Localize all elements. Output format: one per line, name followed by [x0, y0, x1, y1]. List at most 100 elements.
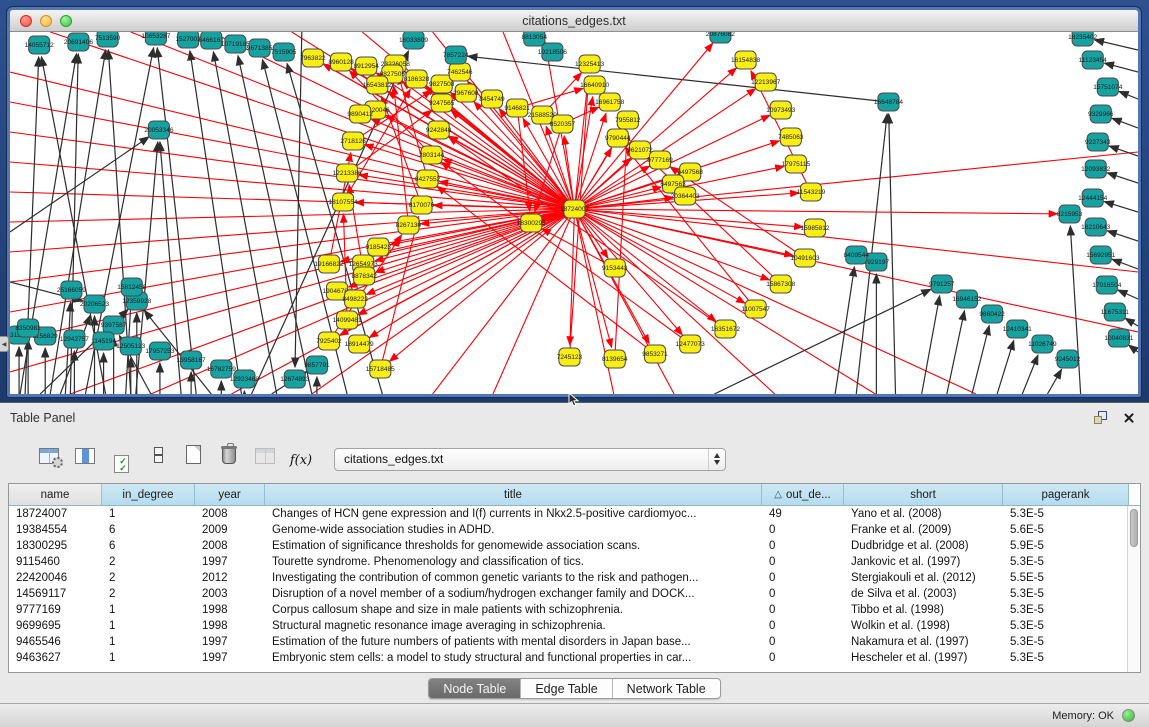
table-cell[interactable]: Jankovic et al. (1997) — [844, 554, 1003, 570]
row-height-button[interactable] — [142, 440, 172, 470]
table-row[interactable]: 946554611997Estimation of the future num… — [9, 634, 1140, 650]
select-rows-button[interactable] — [106, 449, 136, 479]
table-cell[interactable]: 5.3E-5 — [1003, 602, 1129, 618]
table-cell[interactable]: Tibbo et al. (1998) — [844, 602, 1003, 618]
table-cell[interactable]: Structural magnetic resonance image aver… — [265, 618, 762, 634]
table-row[interactable]: 977716911998Corpus callosum shape and si… — [9, 602, 1140, 618]
table-cell[interactable]: 2 — [102, 586, 195, 602]
table-row[interactable]: 946362711997Embryonic stem cells: a mode… — [9, 650, 1140, 666]
vertical-scrollbar[interactable] — [1127, 506, 1140, 672]
table-cell[interactable]: Corpus callosum shape and size in male p… — [265, 602, 762, 618]
table-cell[interactable]: 2003 — [195, 586, 265, 602]
show-columns-button[interactable] — [70, 441, 100, 471]
table-cell[interactable]: Hescheler et al. (1997) — [844, 650, 1003, 666]
network-table-selector[interactable]: citations_edges.txt — [334, 448, 726, 471]
tab-node-table[interactable]: Node Table — [429, 679, 520, 698]
table-cell[interactable]: 9699695 — [9, 618, 102, 634]
float-panel-icon[interactable] — [1094, 411, 1107, 424]
table-cell[interactable]: 5.9E-5 — [1003, 538, 1129, 554]
table-cell[interactable]: Investigating the contribution of common… — [265, 570, 762, 586]
table-cell[interactable]: 2 — [102, 554, 195, 570]
table-cell[interactable]: 14569117 — [9, 586, 102, 602]
table-cell[interactable]: 1 — [102, 602, 195, 618]
table-cell[interactable]: 1 — [102, 650, 195, 666]
table-cell[interactable]: 1997 — [195, 634, 265, 650]
column-header-in_degree[interactable]: in_degree — [102, 484, 195, 505]
table-row[interactable]: 969969511998Structural magnetic resonanc… — [9, 618, 1140, 634]
close-panel-icon[interactable] — [1123, 412, 1135, 424]
network-window-titlebar[interactable]: citations_edges.txt — [10, 10, 1138, 32]
table-cell[interactable]: 0 — [762, 618, 844, 634]
column-header-short[interactable]: short — [844, 484, 1003, 505]
table-row[interactable]: 2242004622012Investigating the contribut… — [9, 570, 1140, 586]
table-cell[interactable]: 18724007 — [9, 506, 102, 522]
table-row[interactable]: 1938455462009Genome-wide association stu… — [9, 522, 1140, 538]
table-row[interactable]: 1872400712008Changes of HCN gene express… — [9, 506, 1140, 522]
column-header-year[interactable]: year — [195, 484, 265, 505]
table-cell[interactable]: Stergiakouli et al. (2012) — [844, 570, 1003, 586]
table-cell[interactable]: Yano et al. (2008) — [844, 506, 1003, 522]
collapse-panel-arrow[interactable]: ◀ — [0, 336, 9, 352]
table-cell[interactable]: Disruption of a novel member of a sodium… — [265, 586, 762, 602]
table-cell[interactable]: 22420046 — [9, 570, 102, 586]
table-cell[interactable]: 9115460 — [9, 554, 102, 570]
table-cell[interactable]: Estimation of the future numbers of pati… — [265, 634, 762, 650]
table-cell[interactable]: 5.3E-5 — [1003, 554, 1129, 570]
function-builder-button[interactable] — [286, 445, 316, 475]
table-cell[interactable]: de Silva et al. (2003) — [844, 586, 1003, 602]
table-cell[interactable]: 1 — [102, 634, 195, 650]
table-cell[interactable]: Franke et al. (2009) — [844, 522, 1003, 538]
table-cell[interactable]: 1998 — [195, 618, 265, 634]
table-cell[interactable]: 5.3E-5 — [1003, 634, 1129, 650]
table-cell[interactable]: 18300295 — [9, 538, 102, 554]
table-cell[interactable]: 0 — [762, 538, 844, 554]
table-row[interactable]: 1456911722003Disruption of a novel membe… — [9, 586, 1140, 602]
table-cell[interactable]: 2008 — [195, 506, 265, 522]
table-cell[interactable]: 9463627 — [9, 650, 102, 666]
table-cell[interactable]: 5.3E-5 — [1003, 586, 1129, 602]
table-cell[interactable]: 49 — [762, 506, 844, 522]
table-settings-button[interactable] — [34, 441, 64, 471]
column-header-pagerank[interactable]: pagerank — [1003, 484, 1129, 505]
table-cell[interactable]: 1997 — [195, 650, 265, 666]
table-cell[interactable]: 9777169 — [9, 602, 102, 618]
tab-network-table[interactable]: Network Table — [612, 679, 720, 698]
table-cell[interactable]: 9465546 — [9, 634, 102, 650]
table-cell[interactable]: 5.6E-5 — [1003, 522, 1129, 538]
table-cell[interactable]: Estimation of significance thresholds fo… — [265, 538, 762, 554]
table-cell[interactable]: 1 — [102, 506, 195, 522]
import-table-button[interactable] — [250, 441, 280, 471]
tab-edge-table[interactable]: Edge Table — [520, 679, 611, 698]
table-cell[interactable]: 6 — [102, 538, 195, 554]
table-cell[interactable]: 1997 — [195, 554, 265, 570]
table-cell[interactable]: 6 — [102, 522, 195, 538]
table-cell[interactable]: 2009 — [195, 522, 265, 538]
table-cell[interactable]: Wolkin et al. (1998) — [844, 618, 1003, 634]
column-header-title[interactable]: title — [265, 484, 762, 505]
table-cell[interactable]: 5.3E-5 — [1003, 618, 1129, 634]
column-header-name[interactable]: name — [9, 484, 102, 505]
table-cell[interactable]: Changes of HCN gene expression and I(f) … — [265, 506, 762, 522]
table-row[interactable]: 1830029562008Estimation of significance … — [9, 538, 1140, 554]
table-cell[interactable]: Tourette syndrome. Phenomenology and cla… — [265, 554, 762, 570]
table-cell[interactable]: 1 — [102, 618, 195, 634]
table-cell[interactable]: 2008 — [195, 538, 265, 554]
table-cell[interactable]: 0 — [762, 522, 844, 538]
scrollbar-thumb[interactable] — [1130, 509, 1138, 547]
table-cell[interactable]: 0 — [762, 634, 844, 650]
new-document-button[interactable] — [178, 440, 208, 470]
table-cell[interactable]: 5.3E-5 — [1003, 650, 1129, 666]
network-graph[interactable]: 1872400779638228960128891295423226058982… — [10, 32, 1138, 394]
table-cell[interactable]: Dudbridge et al. (2008) — [844, 538, 1003, 554]
table-cell[interactable]: 0 — [762, 570, 844, 586]
delete-table-button[interactable] — [214, 439, 244, 469]
table-cell[interactable]: Genome-wide association studies in ADHD. — [265, 522, 762, 538]
table-cell[interactable]: 0 — [762, 650, 844, 666]
table-row[interactable]: 911546021997Tourette syndrome. Phenomeno… — [9, 554, 1140, 570]
table-cell[interactable]: Nakamura et al. (1997) — [844, 634, 1003, 650]
table-cell[interactable]: Embryonic stem cells: a model to study s… — [265, 650, 762, 666]
table-cell[interactable]: 5.3E-5 — [1003, 506, 1129, 522]
column-header-out_de[interactable]: △out_de... — [762, 484, 844, 505]
network-canvas[interactable]: 1872400779638228960128891295423226058982… — [10, 32, 1138, 394]
table-cell[interactable]: 0 — [762, 602, 844, 618]
